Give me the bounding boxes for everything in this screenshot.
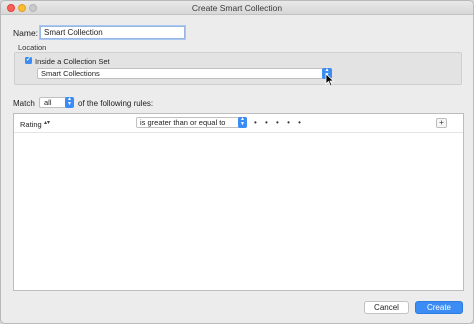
inside-collection-set-checkbox[interactable]: ✓ [25, 57, 32, 64]
zoom-window-button[interactable] [29, 4, 37, 12]
match-select[interactable]: all ▲ ▼ [39, 97, 74, 108]
rule-operator-value: is greater than or equal to [140, 118, 226, 127]
minimize-window-button[interactable] [18, 4, 26, 12]
collection-set-value: Smart Collections [41, 69, 100, 78]
rule-field-select[interactable]: Rating [20, 120, 42, 129]
match-suffix-label: of the following rules: [78, 99, 154, 108]
mouse-cursor-icon [325, 73, 335, 87]
popup-stepper-icon: ▲▼ [65, 97, 74, 108]
close-window-button[interactable] [7, 4, 15, 12]
rating-value-dots[interactable]: • • • • • [254, 118, 304, 127]
rules-list: Rating ▴▾ is greater than or equal to ▲ ▼… [13, 113, 464, 291]
chevron-updown-icon[interactable]: ▴▾ [44, 119, 50, 126]
name-label: Name: [13, 28, 39, 38]
rule-row: Rating ▴▾ is greater than or equal to ▲ ▼… [14, 114, 463, 133]
match-select-value: all [44, 98, 52, 107]
popup-stepper-icon: ▲▼ [238, 117, 247, 128]
add-rule-button[interactable]: + [436, 118, 447, 128]
create-button[interactable]: Create [415, 301, 463, 314]
title-bar: Create Smart Collection [1, 1, 473, 15]
create-smart-collection-dialog: Create Smart Collection Name: Smart Coll… [0, 0, 474, 324]
rule-operator-select[interactable]: is greater than or equal to ▲ ▼ [136, 117, 247, 128]
collection-set-select[interactable]: Smart Collections ▲▼ [37, 68, 332, 79]
cancel-button[interactable]: Cancel [364, 301, 409, 314]
inside-collection-set-label[interactable]: Inside a Collection Set [35, 57, 110, 66]
match-label: Match [13, 99, 35, 108]
name-input[interactable]: Smart Collection [40, 26, 185, 39]
location-group-label: Location [18, 43, 47, 52]
window-title: Create Smart Collection [191, 3, 283, 13]
